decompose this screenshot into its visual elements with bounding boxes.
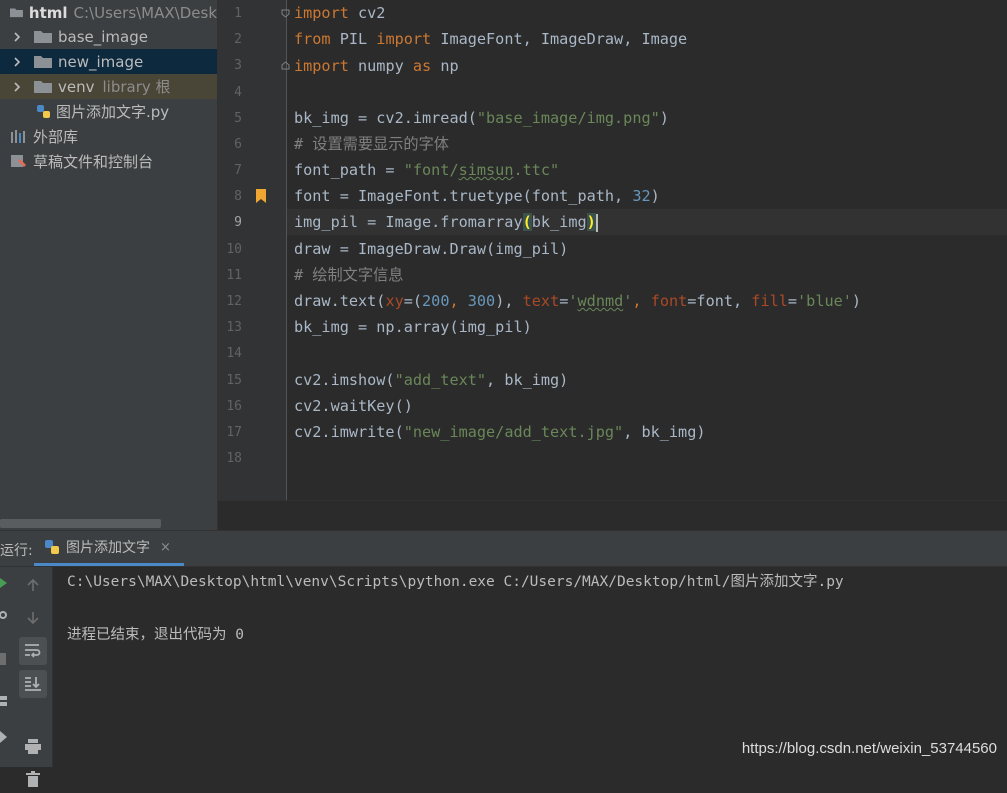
trash-icon (26, 771, 40, 787)
printer-icon (25, 739, 41, 754)
line-number: 3 (234, 58, 242, 73)
line-number: 18 (226, 451, 242, 466)
folder-icon (10, 8, 23, 18)
tree-root-label: html (28, 3, 68, 22)
code-line-5: bk_img = cv2.imread("base_image/img.png"… (294, 109, 669, 127)
tree-item-label: new_image (58, 52, 144, 71)
tree-item-base-image[interactable]: base_image (0, 24, 217, 49)
chevron-right-icon[interactable] (10, 30, 24, 44)
chevron-right-icon[interactable] (10, 80, 24, 94)
stop-icon[interactable] (0, 653, 6, 665)
line-number: 8 (234, 189, 242, 204)
tree-item-label: 草稿文件和控制台 (33, 153, 154, 171)
tree-item-label: 外部库 (33, 128, 79, 146)
tree-root-html[interactable]: html C:\Users\MAX\Desk (0, 0, 217, 25)
soft-wrap-icon (25, 644, 41, 658)
code-line-17: cv2.imwrite("new_image/add_text.jpg", bk… (294, 423, 706, 441)
project-tool-window: html C:\Users\MAX\Desk base_image new_im… (0, 0, 217, 530)
code-line-13: bk_img = np.array(img_pil) (294, 318, 532, 336)
scratches-icon (11, 154, 27, 167)
line-number: 5 (234, 111, 242, 126)
run-tab[interactable]: 图片添加文字 × (34, 531, 184, 566)
code-line-9: img_pil = Image.fromarray(bk_img) (294, 213, 598, 232)
python-file-icon (37, 104, 50, 118)
arrow-down-icon (27, 612, 39, 625)
run-left-toolbar (0, 567, 14, 767)
line-number: 10 (226, 242, 242, 257)
run-tab-label: 图片添加文字 (66, 540, 150, 556)
line-number: 2 (234, 32, 242, 47)
code-line-2: from PIL import ImageFont, ImageDraw, Im… (294, 30, 688, 48)
code-line-1: import cv2 (294, 4, 386, 22)
line-number: 15 (226, 373, 242, 388)
fold-start-icon[interactable] (281, 9, 290, 18)
tree-item-label: 图片添加文字.py (56, 103, 170, 121)
scroll-up-button[interactable] (19, 571, 47, 599)
fold-end-icon[interactable] (281, 61, 290, 70)
line-number: 13 (226, 320, 242, 335)
tree-item-suffix: library 根 (102, 78, 171, 96)
wrench-icon[interactable] (0, 609, 8, 621)
line-number: 1 (234, 6, 242, 21)
horizontal-scrollbar[interactable] (0, 519, 161, 528)
layout-icon[interactable] (0, 695, 8, 707)
soft-wrap-button[interactable] (19, 637, 47, 665)
line-number: 4 (234, 85, 242, 100)
run-header: 运行: 图片添加文字 × (0, 531, 1007, 567)
code-line-6: # 设置需要显示的字体 (294, 135, 449, 153)
code-editor[interactable]: 1 2 3 4 5 6 7 8 9 10 11 12 13 14 15 16 1… (218, 0, 1007, 530)
folder-icon (34, 81, 52, 93)
bookmark-icon[interactable] (256, 189, 266, 203)
clear-all-button[interactable] (19, 765, 47, 793)
close-icon[interactable]: × (160, 540, 171, 555)
code-line-15: cv2.imshow("add_text", bk_img) (294, 371, 569, 389)
folder-icon (34, 31, 52, 43)
tree-item-new-image[interactable]: new_image (0, 49, 217, 74)
console-command-line: C:\Users\MAX\Desktop\html\venv\Scripts\p… (67, 574, 844, 590)
line-number: 12 (226, 294, 242, 309)
tree-item-label: venv (58, 77, 95, 96)
tree-item-scratches[interactable]: 草稿文件和控制台 (0, 149, 217, 174)
code-line-3: import numpy as np (294, 57, 459, 75)
arrow-up-icon (27, 578, 39, 591)
text-caret (595, 213, 598, 232)
line-number: 17 (226, 425, 242, 440)
scroll-down-button[interactable] (19, 604, 47, 632)
gutter-separator (286, 0, 287, 500)
run-label: 运行: (0, 543, 33, 559)
run-console-toolbar (14, 567, 53, 787)
code-line-10: draw = ImageDraw.Draw(img_pil) (294, 240, 569, 258)
line-number: 7 (234, 163, 242, 178)
pin-icon[interactable] (0, 731, 8, 743)
rerun-icon[interactable] (0, 578, 8, 588)
tree-root-path: C:\Users\MAX\Desk (73, 3, 217, 22)
run-tool-window: 运行: 图片添加文字 × C:\Users\MAX\Desktop\html\v… (0, 530, 1007, 787)
code-line-12: draw.text(xy=(200, 300), text='wdnmd', f… (294, 292, 862, 310)
watermark: https://blog.csdn.net/weixin_53744560 (741, 740, 997, 757)
code-line-16: cv2.waitKey() (294, 397, 413, 415)
line-number: 14 (226, 346, 242, 361)
line-number: 16 (226, 399, 242, 414)
line-number-current: 9 (234, 215, 242, 230)
tree-item-venv[interactable]: venv library 根 (0, 74, 217, 99)
scroll-to-end-icon (25, 677, 41, 691)
code-line-11: # 绘制文字信息 (294, 266, 404, 284)
scroll-to-end-button[interactable] (19, 670, 47, 698)
console-exit-line: 进程已结束，退出代码为 0 (67, 627, 244, 643)
line-number: 11 (226, 268, 242, 283)
editor-bottom-area (218, 500, 1007, 531)
chevron-right-icon[interactable] (10, 55, 24, 69)
folder-icon (34, 56, 52, 68)
code-line-8: font = ImageFont.truetype(font_path, 32) (294, 187, 660, 205)
tree-item-label: base_image (58, 27, 148, 46)
tree-item-external-libraries[interactable]: 外部库 (0, 124, 217, 149)
code-line-7: font_path = "font/simsun.ttc" (294, 161, 560, 179)
tree-item-python-file[interactable]: 图片添加文字.py (0, 99, 217, 124)
python-icon (45, 540, 59, 554)
line-number: 6 (234, 137, 242, 152)
print-button[interactable] (19, 733, 47, 761)
library-icon (11, 129, 25, 143)
